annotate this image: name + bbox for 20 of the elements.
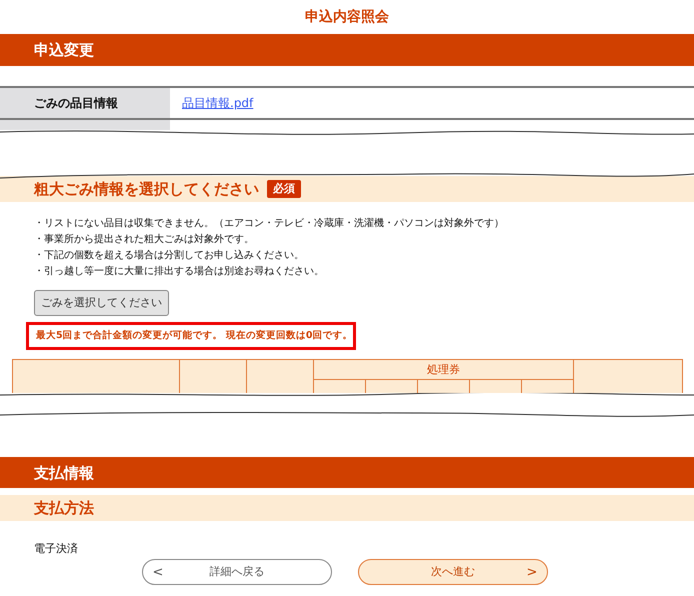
payment-method-text: 電子決済 bbox=[34, 542, 78, 556]
note-text: ・下記の個数を超える場合は分割してお申し込みください。 bbox=[34, 248, 305, 263]
section-title: 粗大ごみ情報を選択してください bbox=[34, 178, 259, 200]
note-text: ・事業所から提出された粗大ごみは対象外です。 bbox=[34, 232, 255, 247]
select-waste-button[interactable]: ごみを選択してください bbox=[34, 290, 169, 316]
note-text: ・リストにない品目は収集できません。（エアコン・テレビ・冷蔵庫・洗濯機・パソコンは対象外です） bbox=[34, 216, 505, 231]
column-header: 処理券 bbox=[427, 362, 460, 378]
left-chevron-icon: < bbox=[151, 562, 165, 582]
pdf-link[interactable]: 品目情報.pdf bbox=[182, 94, 254, 112]
page-title: 申込内容照会 bbox=[305, 8, 389, 26]
back-button[interactable]: < 詳細へ戻る bbox=[142, 559, 332, 586]
row-label: ごみの品目情報 bbox=[34, 95, 118, 112]
section-title: 支払方法 bbox=[34, 498, 94, 519]
note-text: ・引っ越し等一度に大量に排出する場合は別途お尋ねください。 bbox=[34, 264, 325, 279]
required-badge: 必須 bbox=[267, 180, 301, 198]
right-chevron-icon: > bbox=[525, 562, 539, 582]
section-title: 申込変更 bbox=[34, 40, 94, 61]
notice-text: 最大5回まで合計金額の変更が可能です。 現在の変更回数は0回です。 bbox=[36, 329, 353, 344]
next-button[interactable]: > 次へ進む bbox=[358, 559, 548, 586]
section-title: 支払情報 bbox=[34, 462, 94, 484]
